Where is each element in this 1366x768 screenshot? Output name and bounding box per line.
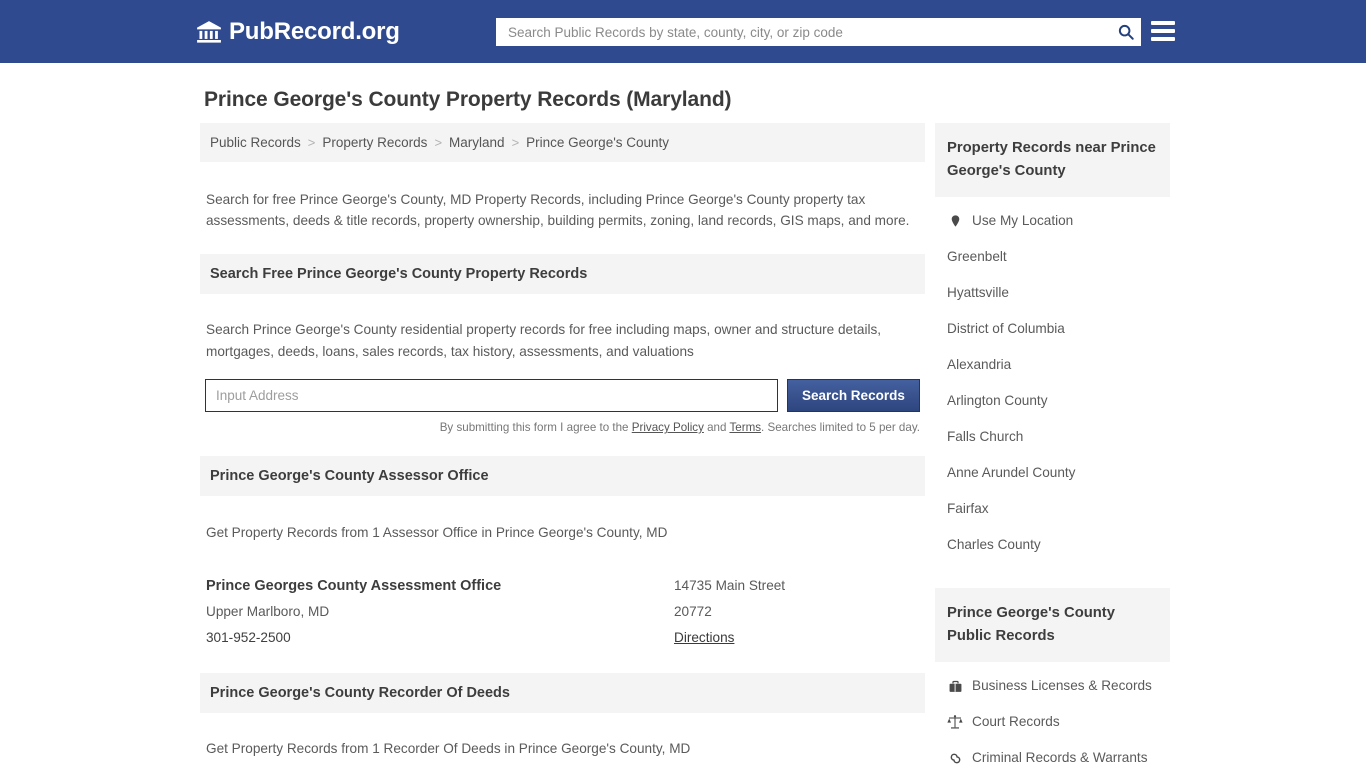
map-pin-icon bbox=[947, 213, 963, 229]
breadcrumb-item-maryland[interactable]: Maryland bbox=[449, 135, 505, 150]
recorder-of-deeds-heading: Prince George's County Recorder Of Deeds bbox=[200, 672, 925, 713]
sidebar-item-label: Alexandria bbox=[947, 357, 1012, 372]
site-header: PubRecord.org bbox=[0, 0, 1366, 63]
public-records-panel: Prince George's County Public Records Bu… bbox=[935, 588, 1170, 768]
sidebar-item-label: District of Columbia bbox=[947, 321, 1065, 336]
page-title: Prince George's County Property Records … bbox=[204, 88, 732, 111]
hamburger-bar bbox=[1151, 37, 1175, 41]
sidebar: Property Records near Prince George's Co… bbox=[935, 123, 1170, 768]
nearby-records-list: Use My Location Greenbelt Hyattsville Di… bbox=[935, 197, 1170, 563]
public-records-list: Business Licenses & Records Court Record… bbox=[935, 662, 1170, 768]
search-section-description: Search Prince George's County residentia… bbox=[206, 322, 882, 359]
search-input[interactable] bbox=[506, 18, 1117, 46]
sidebar-item-label: Greenbelt bbox=[947, 249, 1007, 264]
office-entry: Prince Georges County Assessment Office … bbox=[200, 557, 925, 651]
nearby-records-heading: Property Records near Prince George's Co… bbox=[935, 123, 1170, 197]
site-logo[interactable]: PubRecord.org bbox=[196, 18, 400, 46]
sidebar-item-greenbelt[interactable]: Greenbelt bbox=[935, 239, 1170, 275]
sidebar-item-charles-county[interactable]: Charles County bbox=[935, 527, 1170, 563]
nearby-records-panel: Property Records near Prince George's Co… bbox=[935, 123, 1170, 563]
disclaimer-suffix: . Searches limited to 5 per day. bbox=[761, 421, 920, 435]
directions-link[interactable]: Directions bbox=[674, 625, 734, 651]
address-input[interactable] bbox=[205, 379, 778, 413]
sidebar-item-use-my-location[interactable]: Use My Location bbox=[935, 203, 1170, 239]
search-records-button[interactable]: Search Records bbox=[786, 379, 920, 413]
public-records-heading: Prince George's County Public Records bbox=[935, 588, 1170, 662]
office-name: Prince Georges County Assessment Office bbox=[206, 577, 502, 594]
hamburger-bar bbox=[1151, 21, 1175, 25]
breadcrumb-separator: > bbox=[434, 135, 443, 150]
page-container: Prince George's County Property Records … bbox=[0, 88, 1366, 768]
search-section-heading: Search Free Prince George's County Prope… bbox=[200, 253, 925, 294]
assessor-office-heading: Prince George's County Assessor Office bbox=[200, 456, 925, 497]
sidebar-item-alexandria[interactable]: Alexandria bbox=[935, 347, 1170, 383]
terms-link[interactable]: Terms bbox=[729, 421, 761, 434]
sidebar-item-label: Business Licenses & Records bbox=[972, 678, 1152, 693]
hamburger-menu-icon[interactable] bbox=[1151, 21, 1175, 41]
breadcrumb-separator: > bbox=[511, 135, 520, 150]
bank-building-icon bbox=[196, 19, 222, 45]
sidebar-item-criminal-records[interactable]: Criminal Records & Warrants bbox=[935, 740, 1170, 768]
sidebar-item-falls-church[interactable]: Falls Church bbox=[935, 419, 1170, 455]
office-phone[interactable]: 301-952-2500 bbox=[206, 625, 674, 651]
sidebar-item-label: Arlington County bbox=[947, 393, 1048, 408]
sidebar-item-arlington-county[interactable]: Arlington County bbox=[935, 383, 1170, 419]
office-entry-right: 14735 Main Street 20772 Directions bbox=[674, 573, 919, 651]
sidebar-item-business-licenses[interactable]: Business Licenses & Records bbox=[935, 668, 1170, 704]
sidebar-item-fairfax[interactable]: Fairfax bbox=[935, 491, 1170, 527]
assessor-office-description: Get Property Records from 1 Assessor Off… bbox=[206, 524, 668, 540]
sidebar-item-label: Falls Church bbox=[947, 429, 1024, 444]
sidebar-item-label: Court Records bbox=[972, 714, 1060, 729]
sidebar-item-label: Hyattsville bbox=[947, 285, 1009, 300]
briefcase-icon bbox=[947, 678, 963, 694]
sidebar-item-hyattsville[interactable]: Hyattsville bbox=[935, 275, 1170, 311]
breadcrumb-separator: > bbox=[307, 135, 316, 150]
breadcrumb: Public Records > Property Records > Mary… bbox=[200, 123, 925, 162]
property-search-form: Search Records bbox=[200, 379, 925, 413]
main-content: Public Records > Property Records > Mary… bbox=[200, 123, 925, 768]
office-entry-left: Prince Georges County Assessment Office … bbox=[206, 573, 674, 651]
recorder-of-deeds-description: Get Property Records from 1 Recorder Of … bbox=[206, 741, 691, 757]
disclaimer-prefix: By submitting this form I agree to the bbox=[439, 421, 632, 435]
office-city-state: Upper Marlboro, MD bbox=[206, 603, 330, 619]
form-disclaimer: By submitting this form I agree to the P… bbox=[200, 412, 925, 434]
handcuffs-icon bbox=[947, 750, 963, 766]
hamburger-bar bbox=[1151, 29, 1175, 33]
sidebar-item-anne-arundel-county[interactable]: Anne Arundel County bbox=[935, 455, 1170, 491]
scales-of-justice-icon bbox=[947, 714, 963, 730]
sidebar-item-label: Fairfax bbox=[947, 501, 989, 516]
sidebar-item-label: Use My Location bbox=[972, 213, 1074, 228]
breadcrumb-item-property-records[interactable]: Property Records bbox=[322, 135, 427, 150]
office-zip: 20772 bbox=[674, 603, 712, 619]
disclaimer-middle: and bbox=[703, 421, 730, 435]
content-columns: Public Records > Property Records > Mary… bbox=[200, 123, 1170, 768]
office-street: 14735 Main Street bbox=[674, 577, 786, 593]
page-intro-text: Search for free Prince George's County, … bbox=[206, 191, 910, 229]
logo-text: PubRecord.org bbox=[229, 17, 400, 45]
breadcrumb-item-prince-georges-county[interactable]: Prince George's County bbox=[526, 135, 669, 150]
search-icon[interactable] bbox=[1117, 23, 1135, 41]
sidebar-item-label: Anne Arundel County bbox=[947, 465, 1076, 480]
header-search-box[interactable] bbox=[496, 18, 1141, 46]
sidebar-item-label: Charles County bbox=[947, 537, 1041, 552]
sidebar-item-district-of-columbia[interactable]: District of Columbia bbox=[935, 311, 1170, 347]
breadcrumb-item-public-records[interactable]: Public Records bbox=[210, 135, 301, 150]
sidebar-item-label: Criminal Records & Warrants bbox=[972, 750, 1148, 765]
sidebar-item-court-records[interactable]: Court Records bbox=[935, 704, 1170, 740]
privacy-policy-link[interactable]: Privacy Policy bbox=[632, 421, 704, 434]
